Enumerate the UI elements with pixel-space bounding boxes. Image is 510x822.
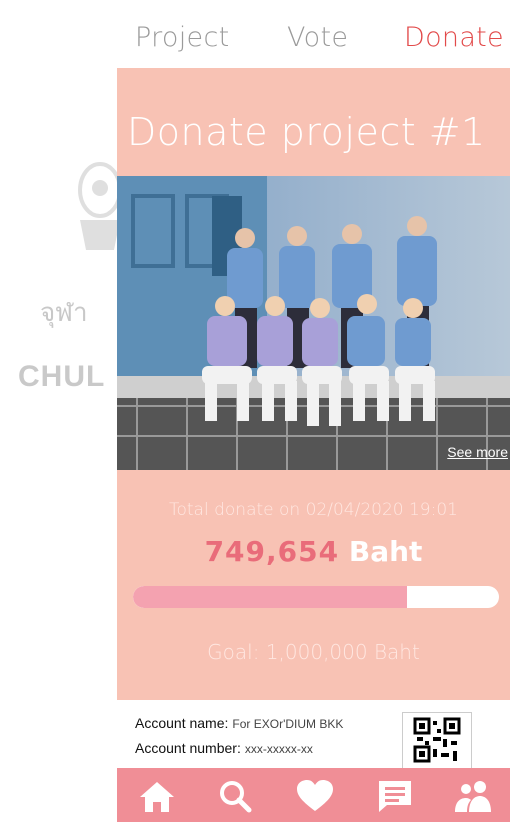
- account-name-label: Account name:: [135, 715, 229, 731]
- tab-donate[interactable]: Donate: [404, 22, 504, 53]
- see-more-link[interactable]: See more: [447, 444, 508, 460]
- account-number-label: Account number:: [135, 740, 241, 756]
- home-icon[interactable]: [137, 778, 177, 814]
- total-donate-label: Total donate on 02/04/2020 19:01: [169, 500, 458, 520]
- group-photo-image: [117, 176, 510, 470]
- donation-progress-fill: [133, 586, 408, 608]
- top-navigation: Project Vote Donate: [117, 0, 510, 68]
- account-info-card: Account name: For EXOr'DIUM BKK Account n…: [117, 700, 510, 770]
- watermark-area: จุฬา CHUL: [0, 0, 122, 822]
- tab-project[interactable]: Project: [135, 22, 229, 53]
- qr-code-icon[interactable]: [402, 712, 472, 770]
- donation-progress-bar: [133, 586, 499, 608]
- tab-vote[interactable]: Vote: [287, 22, 348, 53]
- account-name-line: Account name: For EXOr'DIUM BKK: [135, 715, 343, 731]
- donation-unit: Baht: [348, 535, 423, 568]
- search-icon[interactable]: [215, 778, 255, 814]
- watermark-thai-text: จุฬา: [40, 298, 88, 328]
- page-title: Donate project #1: [127, 110, 486, 154]
- donation-amount-line: 749,654 Baht: [117, 535, 510, 568]
- phone-screen: Project Vote Donate Donate project #1 Se…: [117, 0, 510, 822]
- people-icon[interactable]: [453, 778, 493, 814]
- project-photo[interactable]: See more: [117, 176, 510, 470]
- account-number-line: Account number: xxx-xxxxx-xx: [135, 740, 313, 756]
- goal-label: Goal: 1,000,000 Baht: [207, 640, 420, 664]
- watermark-latin-text: CHUL: [18, 360, 106, 393]
- account-name-value: For EXOr'DIUM BKK: [232, 717, 344, 731]
- donation-amount: 749,654: [204, 535, 340, 568]
- bottom-navigation: [117, 768, 510, 822]
- chat-icon[interactable]: [375, 778, 415, 814]
- account-number-value: xxx-xxxxx-xx: [244, 742, 313, 756]
- heart-icon[interactable]: [295, 778, 335, 814]
